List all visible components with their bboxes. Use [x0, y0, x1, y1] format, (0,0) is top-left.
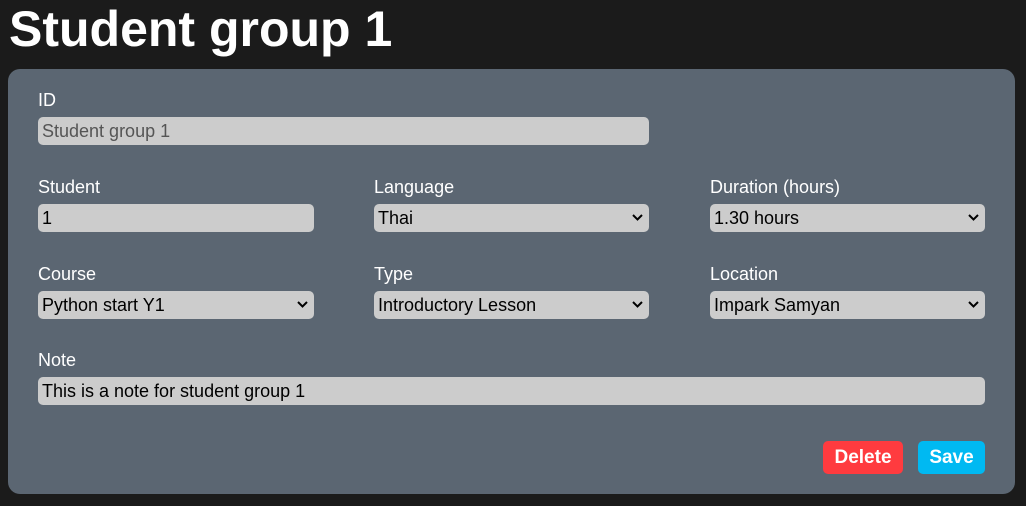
course-value: Python start Y1: [42, 295, 165, 315]
chevron-down-icon: [968, 291, 979, 309]
note-input[interactable]: This is a note for student group 1: [38, 377, 985, 405]
language-value: Thai: [378, 208, 414, 228]
chevron-down-icon: [968, 204, 979, 222]
duration-select[interactable]: 1.30 hours: [710, 204, 985, 232]
type-label: Type: [374, 264, 414, 284]
student-input[interactable]: 1: [38, 204, 314, 232]
note-label: Note: [38, 350, 77, 370]
location-select[interactable]: Impark Samyan: [710, 291, 985, 319]
student-group-form: ID Student group 1 Student 1 Language Th…: [8, 69, 1015, 494]
delete-button[interactable]: Delete: [823, 441, 903, 474]
chevron-down-icon: [632, 204, 643, 222]
save-button[interactable]: Save: [918, 441, 985, 474]
type-select[interactable]: Introductory Lesson: [374, 291, 649, 319]
course-select[interactable]: Python start Y1: [38, 291, 314, 319]
course-label: Course: [38, 264, 97, 284]
language-select[interactable]: Thai: [374, 204, 649, 232]
student-label: Student: [38, 177, 101, 197]
location-value: Impark Samyan: [714, 295, 841, 315]
page-title: Student group 1: [9, 1, 393, 57]
duration-value: 1.30 hours: [714, 208, 800, 228]
location-label: Location: [710, 264, 779, 284]
id-label: ID: [38, 90, 56, 110]
id-input[interactable]: Student group 1: [38, 117, 649, 145]
language-label: Language: [374, 177, 455, 197]
chevron-down-icon: [632, 291, 643, 309]
chevron-down-icon: [297, 291, 308, 309]
duration-label: Duration (hours): [710, 177, 841, 197]
type-value: Introductory Lesson: [378, 295, 537, 315]
